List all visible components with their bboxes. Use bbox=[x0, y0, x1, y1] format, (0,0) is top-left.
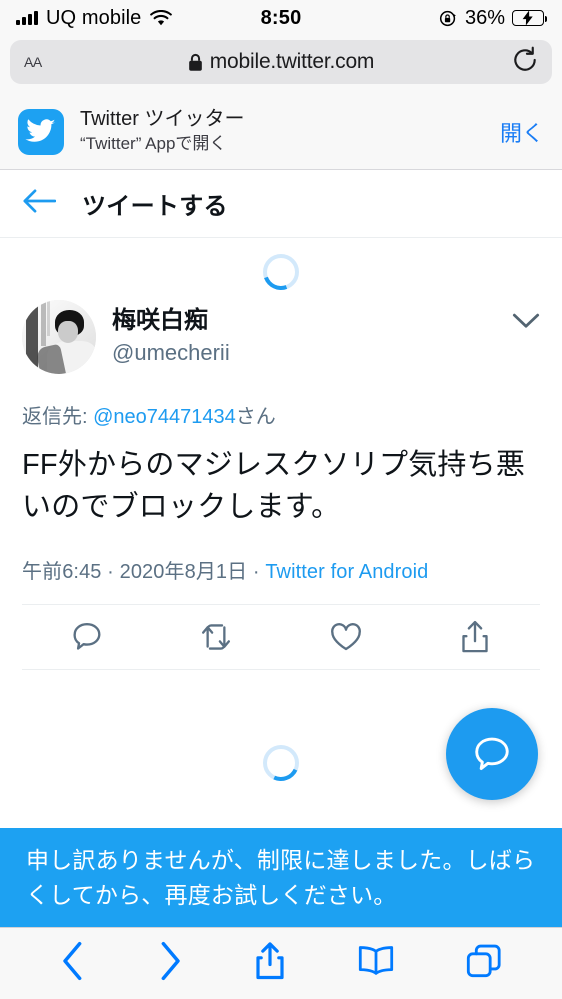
reply-to-suffix: さん bbox=[235, 406, 276, 428]
reload-icon[interactable] bbox=[512, 46, 538, 79]
rotation-lock-icon bbox=[439, 10, 456, 26]
page-title: ツイートする bbox=[82, 193, 228, 220]
safari-url-bar-area: AA mobile.twitter.com bbox=[0, 36, 562, 94]
tweet-client-link[interactable]: Twitter for Android bbox=[265, 561, 428, 583]
tweet-timestamp: 午前6:45 · 2020年8月1日 · bbox=[22, 560, 266, 583]
url-text: mobile.twitter.com bbox=[209, 50, 375, 73]
browser-share-icon[interactable] bbox=[254, 941, 286, 986]
error-banner: 申し訳ありませんが、制限に達しました。しばらくしてから、再度お試しください。 bbox=[0, 828, 562, 931]
bookmarks-icon[interactable] bbox=[357, 944, 395, 983]
app-banner-title: Twitter ツイッター bbox=[80, 108, 245, 131]
page-header: ツイートする bbox=[0, 170, 562, 238]
loading-spinner bbox=[257, 739, 305, 787]
text-size-button[interactable]: AA bbox=[24, 51, 42, 73]
safari-browser-window: UQ mobile 8:50 36% AA mobile.twitter.com… bbox=[0, 0, 562, 999]
reply-to-handle-link[interactable]: @neo74471434 bbox=[93, 406, 236, 428]
reply-icon[interactable] bbox=[22, 620, 152, 654]
ios-status-bar: UQ mobile 8:50 36% bbox=[0, 0, 562, 36]
url-display: mobile.twitter.com bbox=[10, 50, 552, 74]
loading-spinner-top bbox=[0, 248, 562, 296]
tabs-icon[interactable] bbox=[466, 943, 502, 984]
share-icon[interactable] bbox=[411, 620, 541, 654]
author-display-name: 梅咲白痴 bbox=[112, 307, 208, 334]
browser-forward-icon[interactable] bbox=[157, 941, 183, 986]
app-banner-open-button[interactable]: 開く bbox=[500, 116, 544, 148]
status-bar-right: 36% bbox=[439, 6, 548, 30]
lightning-bolt-icon bbox=[522, 10, 533, 26]
like-icon[interactable] bbox=[281, 621, 411, 653]
twitter-bird-icon bbox=[18, 108, 64, 155]
tweet-text: FF外からのマジレスクソリプ気持ち悪いのでブロックします。 bbox=[22, 449, 526, 523]
battery-percentage: 36% bbox=[464, 6, 505, 29]
smart-app-banner[interactable]: Twitter ツイッター “Twitter” Appで開く 開く bbox=[0, 94, 562, 170]
retweet-icon[interactable] bbox=[152, 620, 282, 654]
tweet-action-bar bbox=[22, 603, 541, 670]
back-arrow-icon[interactable] bbox=[22, 188, 57, 219]
reply-to-line: 返信先: @neo74471434さん bbox=[22, 400, 540, 429]
loading-spinner bbox=[257, 248, 305, 296]
address-bar[interactable]: AA mobile.twitter.com bbox=[10, 40, 552, 84]
tweet-metadata: 午前6:45 · 2020年8月1日 · Twitter for Android bbox=[22, 555, 540, 584]
browser-back-icon[interactable] bbox=[60, 941, 86, 986]
user-avatar[interactable] bbox=[22, 300, 96, 374]
tweet-author-row[interactable]: 梅咲白痴 @umecherii bbox=[22, 290, 540, 374]
battery-charging-icon bbox=[512, 10, 548, 26]
app-banner-subtitle: “Twitter” Appで開く bbox=[80, 134, 227, 154]
chevron-down-icon[interactable] bbox=[512, 300, 540, 335]
compose-tweet-button[interactable] bbox=[446, 708, 538, 800]
app-banner-text: Twitter ツイッター “Twitter” Appで開く bbox=[80, 107, 484, 155]
tweet-detail: 梅咲白痴 @umecherii 返信先: @neo74471434さん FF外か… bbox=[0, 290, 562, 670]
reply-to-prefix: 返信先: bbox=[22, 406, 94, 428]
compose-tweet-icon bbox=[475, 737, 509, 770]
safari-toolbar bbox=[0, 927, 562, 999]
author-names: 梅咲白痴 @umecherii bbox=[112, 300, 496, 368]
author-handle: @umecherii bbox=[112, 340, 230, 365]
lock-icon bbox=[188, 53, 202, 71]
